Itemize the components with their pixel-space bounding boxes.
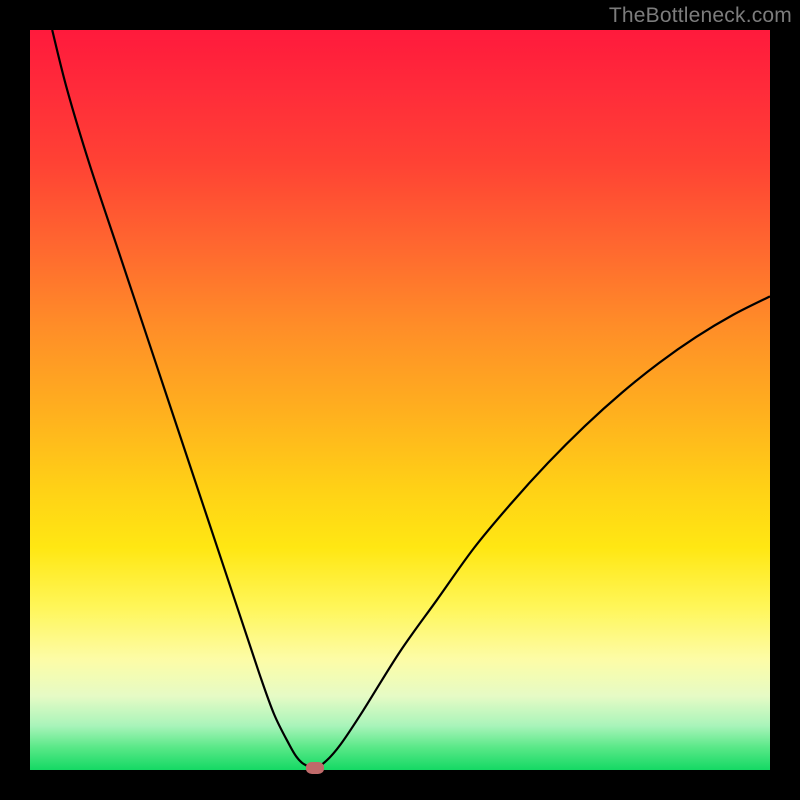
plot-area	[30, 30, 770, 770]
curve-path	[52, 30, 770, 768]
optimum-marker	[306, 762, 324, 774]
chart-frame: TheBottleneck.com	[0, 0, 800, 800]
bottleneck-curve	[30, 30, 770, 770]
watermark-text: TheBottleneck.com	[609, 4, 792, 28]
